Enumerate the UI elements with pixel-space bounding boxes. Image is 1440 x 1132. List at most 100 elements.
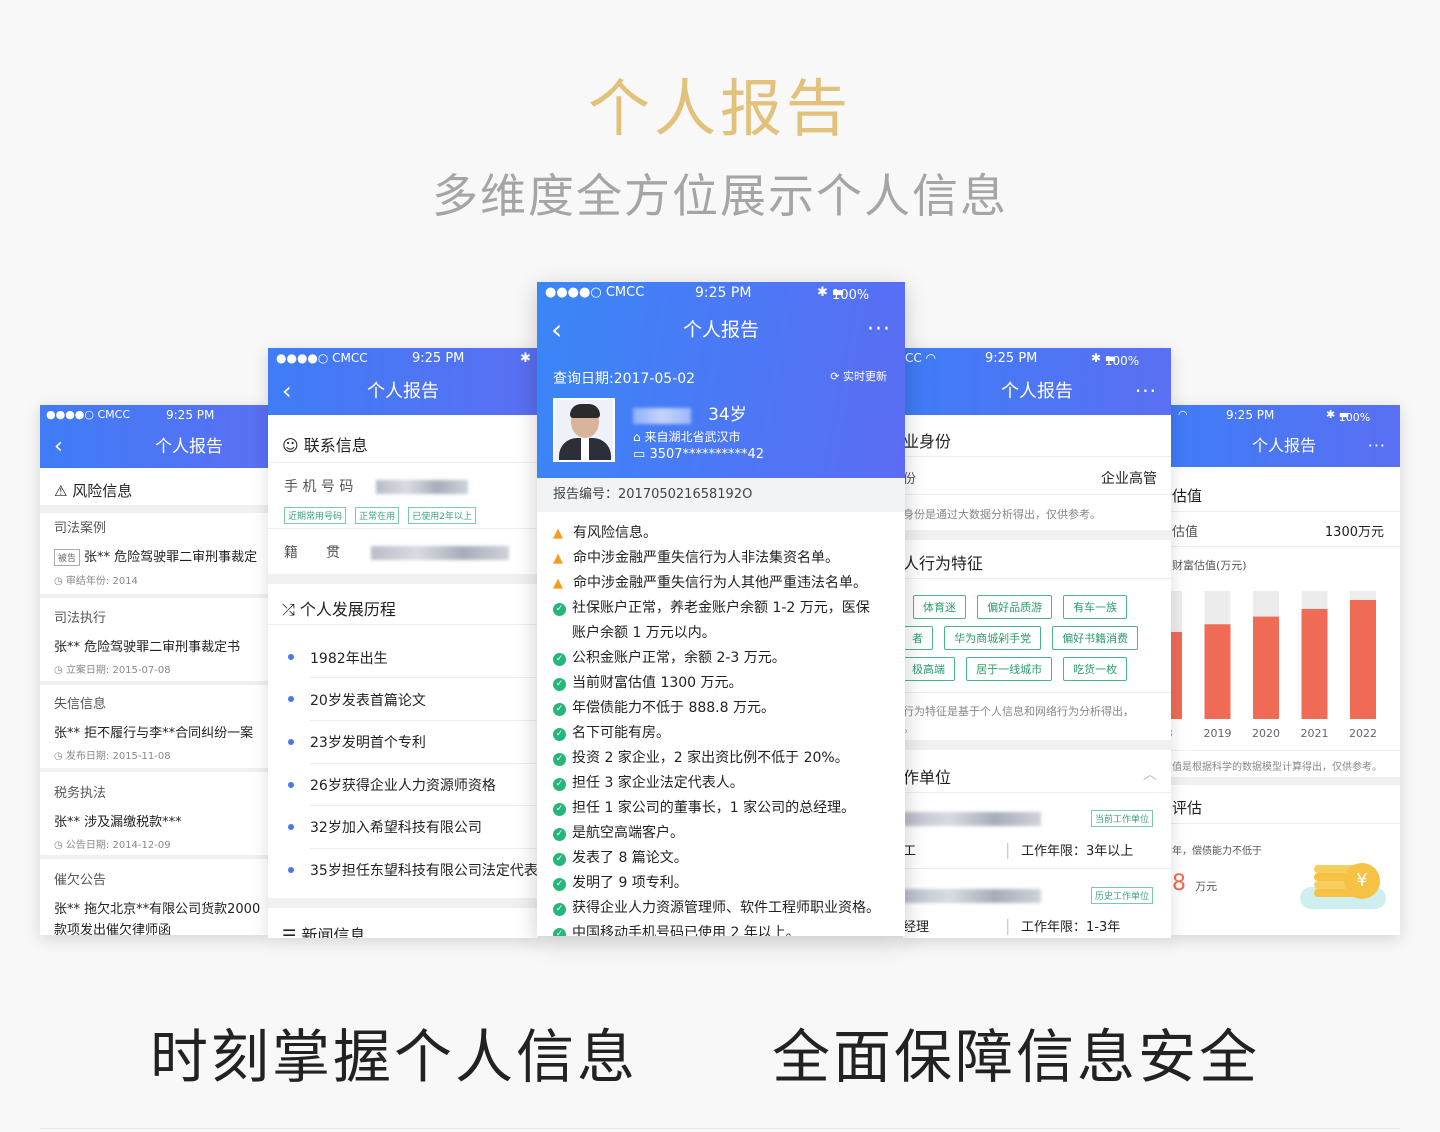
report-number-bar: 报告编号：201705021658192O xyxy=(537,478,905,512)
section-title: 新闻信息 xyxy=(301,926,366,938)
more-options-icon[interactable]: ··· xyxy=(1368,425,1386,467)
query-row: 查询日期:2017-05-02 ⟳ 实时更新 xyxy=(537,368,905,388)
behavior-tag: 吃货一枚 xyxy=(1063,657,1128,681)
risk-summary-text: 发明了 9 项专利。 xyxy=(572,875,688,891)
risk-summary-text: 是航空高端客户。 xyxy=(572,825,684,841)
wealth-bar xyxy=(1204,624,1231,719)
risk-summary-item: 账户余额 1 万元以内。 xyxy=(553,622,716,642)
timeline-item: 35岁担任东望科技有限公司法定代表 xyxy=(310,863,538,879)
carrier-label: ●●●●○ CMCC xyxy=(46,408,131,421)
section-behavior-header: 人行为特征 xyxy=(903,554,984,573)
timeline-item: 20岁发表首篇论文 xyxy=(310,693,426,709)
battery-indicator: ✱ 100% ▬ xyxy=(817,285,870,303)
section-work-header[interactable]: 作单位 ︿ xyxy=(903,764,1171,788)
chevron-up-icon[interactable]: ︿ xyxy=(1143,764,1157,784)
divider xyxy=(268,574,538,584)
divider xyxy=(1168,750,1400,751)
behavior-tag: 居于一线城市 xyxy=(966,657,1053,681)
status-bar: ●●●●○ CMCC 9:25 PM ✱ xyxy=(268,348,538,368)
more-options-icon[interactable]: ··· xyxy=(867,304,891,356)
nav-title: 个人报告 xyxy=(367,381,439,402)
timeline-dot xyxy=(288,867,294,873)
phone-header: ◠ 9:25 PM ✱ 100% ▬ 个人报告 ··· xyxy=(1168,405,1400,467)
section-evaluation-header: 评估 xyxy=(1172,799,1203,817)
company-name-blurred xyxy=(903,888,1041,903)
item-text: 张** 拒不履行与李**合同纠纷一案 xyxy=(54,726,254,741)
phone-identity-behavior: CC ◠ 9:25 PM ✱ 100% ▬ 个人报告 ··· 业身份 份 企业高… xyxy=(903,348,1171,938)
avatar xyxy=(553,398,615,462)
risk-summary-text: 中国移动手机号码已使用 2 年以上。 xyxy=(572,925,800,936)
location-icon: ⌂ xyxy=(633,430,641,444)
item-title: 司法案例 xyxy=(54,521,107,536)
risk-summary-item: ▲ 命中涉金融严重失信行为人非法集资名单。 xyxy=(553,547,839,567)
behavior-tag: 有车一族 xyxy=(1063,595,1128,619)
work-row-current: 当前工作单位 xyxy=(903,808,1171,827)
divider xyxy=(310,720,538,721)
risk-summary-item: ✓ 当前财富估值 1300 万元。 xyxy=(553,672,743,692)
check-circle-icon: ✓ xyxy=(553,728,566,741)
risk-summary-item: ✓ 社保账户正常，养老金账户余额 1-2 万元，医保 xyxy=(553,597,870,617)
list-item[interactable]: 催欠公告 张** 拖欠北京**有限公司货款2000 款项发出催欠律师函 xyxy=(40,869,268,935)
evaluation-number: 8 xyxy=(1172,871,1186,896)
divider xyxy=(903,530,1171,540)
item-title: 失信信息 xyxy=(54,697,107,712)
time-label: 9:25 PM xyxy=(166,408,215,422)
list-item[interactable]: 司法案例 被告 张** 危险驾驶罪二审刑事裁定 ◷ 审结年份: 2014 xyxy=(40,517,268,587)
list-item[interactable]: 税务执法 张** 涉及漏缴税款*** ◷ 公告日期: 2014-12-09 xyxy=(40,782,268,851)
work-years: 工作年限：3年以上 xyxy=(1021,844,1134,859)
person-card-icon: ☺ xyxy=(282,436,299,455)
behavior-tags-row: 体育迷 偏好品质游 有车一族 xyxy=(913,595,1171,619)
divider xyxy=(268,898,538,908)
work-role: 经理 xyxy=(903,920,930,935)
item-text: 张** 危险驾驶罪二审刑事裁定 xyxy=(84,550,258,565)
list-item[interactable]: 司法执行 张** 危险驾驶罪二审刑事裁定书 ◷ 立案日期: 2015-07-08 xyxy=(40,607,268,676)
divider xyxy=(268,624,538,625)
phone-wealth-estimate: ◠ 9:25 PM ✱ 100% ▬ 个人报告 ··· 估值 估值 1300万元… xyxy=(1168,405,1400,935)
carrier-label: ●●●●○ CMCC xyxy=(545,285,645,300)
native-place-blurred xyxy=(371,545,510,560)
risk-summary-item: ▲ 命中涉金融严重失信行为人其他严重违法名单。 xyxy=(553,572,867,592)
profile-name-row: 34岁 xyxy=(633,400,905,425)
status-bar: ●●●●○ CMCC 9:25 PM xyxy=(40,405,268,425)
hero-subtitle: 多维度全方位展示个人信息 xyxy=(432,169,1008,223)
list-item[interactable]: 失信信息 张** 拒不履行与李**合同纠纷一案 ◷ 发布日期: 2015-11-… xyxy=(40,693,268,762)
more-options-icon[interactable]: ··· xyxy=(1135,368,1157,415)
divider xyxy=(1168,546,1400,547)
divider xyxy=(903,868,1171,869)
section-title: 联系信息 xyxy=(303,436,368,455)
battery-indicator: ✱ 100% ▬ xyxy=(1091,351,1140,368)
check-circle-icon: ✓ xyxy=(553,853,566,866)
back-chevron-icon[interactable]: ‹ xyxy=(282,368,292,415)
divider xyxy=(310,805,538,806)
divider xyxy=(1168,777,1400,785)
status-bar: CC ◠ 9:25 PM ✱ 100% ▬ xyxy=(903,348,1171,368)
bottom-divider xyxy=(40,1128,1400,1129)
nav-title: 个人报告 xyxy=(682,319,759,341)
section-news-header: ☰ 新闻信息 xyxy=(268,922,538,938)
risk-summary-text: 获得企业人力资源管理师、软件工程师职业资格。 xyxy=(572,900,880,916)
warning-outline-icon: ⚠ xyxy=(54,482,68,500)
section-contact-header: ☺ 联系信息 xyxy=(268,432,538,456)
refresh-button[interactable]: ⟳ 实时更新 xyxy=(830,368,887,384)
navbar: ‹ 个人报告 ··· xyxy=(537,304,905,356)
phone-number-blurred xyxy=(376,479,469,494)
history-work-tag: 历史工作单位 xyxy=(1090,887,1153,904)
risk-summary-text: 公积金账户正常，余额 2-3 万元。 xyxy=(572,650,786,666)
nav-title: 个人报告 xyxy=(1251,436,1316,455)
name-blurred xyxy=(633,407,691,424)
risk-summary-item: ▲ 有风险信息。 xyxy=(553,522,657,542)
defendant-badge: 被告 xyxy=(54,549,81,566)
estimate-row: 估值 1300万元 xyxy=(1168,521,1400,540)
behavior-tag: 极高端 xyxy=(903,657,955,681)
wealth-bar-chart: 82019202020212022 xyxy=(1168,591,1377,740)
wealth-bar xyxy=(1301,608,1328,719)
check-circle-icon: ✓ xyxy=(553,653,566,666)
risk-summary-item: ✓ 担任 1 家公司的董事长，1 家公司的总经理。 xyxy=(553,797,855,817)
back-chevron-icon[interactable]: ‹ xyxy=(54,425,63,468)
back-chevron-icon[interactable]: ‹ xyxy=(551,304,562,356)
risk-summary-text: 投资 2 家企业，2 家出资比例不低于 20%。 xyxy=(572,750,849,766)
risk-summary-text: 命中涉金融严重失信行为人其他严重违法名单。 xyxy=(573,575,867,591)
navbar: ‹ 个人报告 xyxy=(268,368,538,415)
timeline-dot xyxy=(288,824,294,830)
section-identity-header: 业身份 xyxy=(903,432,952,451)
